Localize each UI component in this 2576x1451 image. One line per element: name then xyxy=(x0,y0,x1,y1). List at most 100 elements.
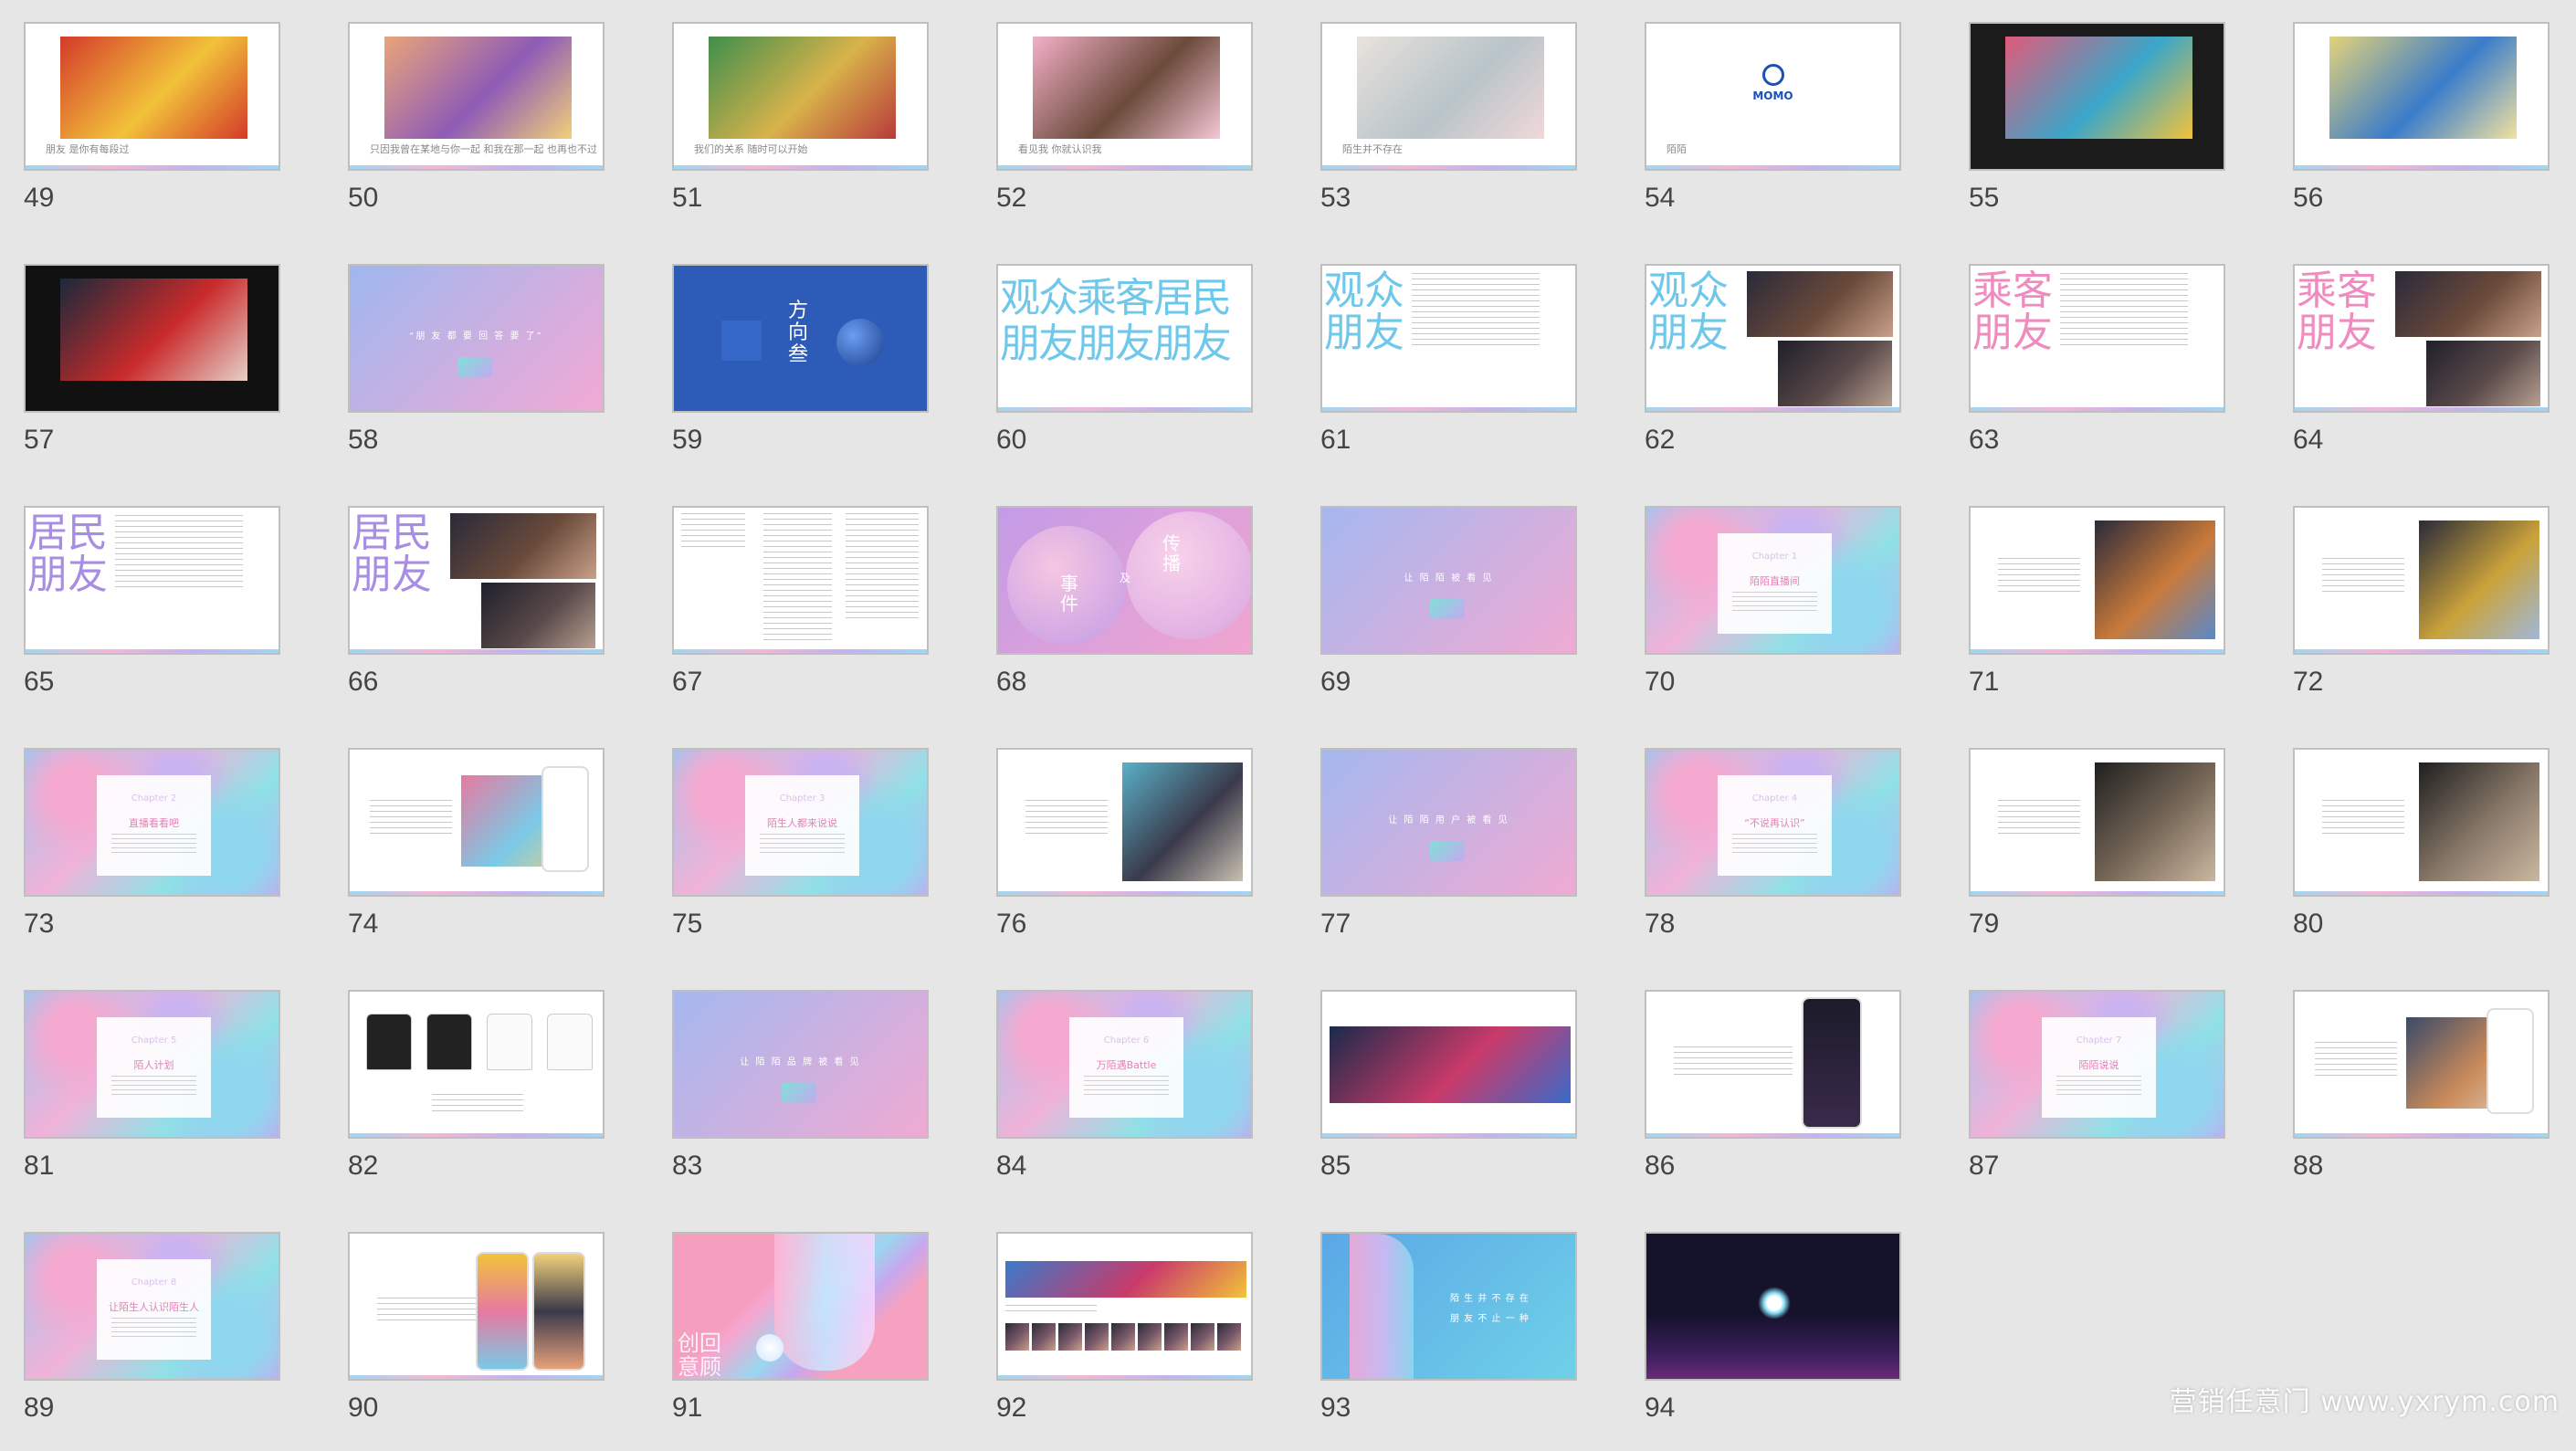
slide-94[interactable]: 94 xyxy=(1645,1232,1937,1451)
slide-thumbnail[interactable]: Chapter 1 陌陌直播间 xyxy=(1645,506,1901,655)
slide-thumbnail[interactable] xyxy=(348,1232,605,1381)
chapter-text xyxy=(111,1076,196,1098)
slide-thumbnail[interactable]: 让 陌 陌 被 看 见 xyxy=(1320,506,1577,655)
slide-thumbnail[interactable] xyxy=(1969,748,2225,897)
slide-thumbnail[interactable]: 只因我曾在某地与你一起 和我在那一起 也再也不过 xyxy=(348,22,605,171)
slide-thumbnail[interactable]: 居民 朋友 xyxy=(348,506,605,655)
slide-thumbnail[interactable]: MOMO 陌陌 xyxy=(1645,22,1901,171)
slide-86[interactable]: 86 xyxy=(1645,990,1937,1209)
slide-thumbnail[interactable] xyxy=(1645,990,1901,1139)
slide-77[interactable]: 让 陌 陌 用 户 被 看 见 77 xyxy=(1320,748,1613,967)
review-thumb xyxy=(1005,1323,1029,1351)
slide-85[interactable]: 85 xyxy=(1320,990,1613,1209)
slide-61[interactable]: 观众 朋友 61 xyxy=(1320,264,1613,483)
slide-50[interactable]: 只因我曾在某地与你一起 和我在那一起 也再也不过 50 xyxy=(348,22,640,241)
slide-thumbnail[interactable]: 我们的关系 随时可以开始 xyxy=(672,22,929,171)
slide-89[interactable]: Chapter 8 让陌生人认识陌生人 89 xyxy=(24,1232,316,1451)
slide-81[interactable]: Chapter 5 陌人计划 81 xyxy=(24,990,316,1209)
slide-79[interactable]: 79 xyxy=(1969,748,2261,967)
slide-80[interactable]: 80 xyxy=(2293,748,2576,967)
slide-thumbnail[interactable]: 观众 朋友 xyxy=(1320,264,1577,413)
slide-thumbnail[interactable] xyxy=(1969,506,2225,655)
slide-thumbnail[interactable]: 乘客 朋友 xyxy=(2293,264,2550,413)
slide-thumbnail[interactable]: Chapter 5 陌人计划 xyxy=(24,990,280,1139)
slide-thumbnail[interactable]: 创回 意顾 xyxy=(672,1232,929,1381)
slide-thumbnail[interactable]: 让 陌 陌 用 户 被 看 见 xyxy=(1320,748,1577,897)
slide-54[interactable]: MOMO 陌陌 54 xyxy=(1645,22,1937,241)
slide-thumbnail[interactable] xyxy=(2293,22,2550,171)
slide-55[interactable]: 55 xyxy=(1969,22,2261,241)
slide-thumbnail[interactable]: Chapter 8 让陌生人认识陌生人 xyxy=(24,1232,280,1381)
slide-thumbnail[interactable] xyxy=(2293,506,2550,655)
slide-thumbnail[interactable]: Chapter 6 万陌遇Battle xyxy=(996,990,1253,1139)
slide-thumbnail[interactable] xyxy=(1320,990,1577,1139)
slide-thumbnail[interactable] xyxy=(2293,990,2550,1139)
slide-62[interactable]: 观众 朋友 62 xyxy=(1645,264,1937,483)
slide-92[interactable]: 92 xyxy=(996,1232,1288,1451)
droplet xyxy=(756,1334,783,1362)
slide-thumbnail[interactable] xyxy=(2293,748,2550,897)
slide-thumbnail[interactable]: 陌生并不存在 xyxy=(1320,22,1577,171)
slide-58[interactable]: “朋 友 都 要 回 答 要 了” 58 xyxy=(348,264,640,483)
slide-thumbnail[interactable]: “朋 友 都 要 回 答 要 了” xyxy=(348,264,605,413)
slide-67[interactable]: 67 xyxy=(672,506,964,725)
ribbon-object xyxy=(782,1083,816,1103)
slide-number: 90 xyxy=(348,1393,379,1423)
slide-93[interactable]: 陌 生 并 不 存 在朋 友 不 止 一 种 93 xyxy=(1320,1232,1613,1451)
slide-57[interactable]: 57 xyxy=(24,264,316,483)
slide-thumbnail[interactable] xyxy=(1969,22,2225,171)
slide-thumbnail[interactable]: Chapter 3 陌生人都来说说 xyxy=(672,748,929,897)
slide-thumbnail[interactable]: 观众乘客居民 朋友朋友朋友 xyxy=(996,264,1253,413)
slide-72[interactable]: 72 xyxy=(2293,506,2576,725)
slide-87[interactable]: Chapter 7 陌陌说说 87 xyxy=(1969,990,2261,1209)
slide-56[interactable]: 56 xyxy=(2293,22,2576,241)
slide-thumbnail[interactable]: 陌 生 并 不 存 在朋 友 不 止 一 种 xyxy=(1320,1232,1577,1381)
slide-88[interactable]: 88 xyxy=(2293,990,2576,1209)
slide-53[interactable]: 陌生并不存在 53 xyxy=(1320,22,1613,241)
slide-thumbnail[interactable]: Chapter 7 陌陌说说 xyxy=(1969,990,2225,1139)
slide-thumbnail[interactable]: 事件 及 传播 xyxy=(996,506,1253,655)
slide-64[interactable]: 乘客 朋友 64 xyxy=(2293,264,2576,483)
slide-76[interactable]: 76 xyxy=(996,748,1288,967)
slide-83[interactable]: 让 陌 陌 品 牌 被 看 见 83 xyxy=(672,990,964,1209)
slide-78[interactable]: Chapter 4 “不说再认识” 78 xyxy=(1645,748,1937,967)
slide-thumbnail[interactable]: Chapter 4 “不说再认识” xyxy=(1645,748,1901,897)
slide-71[interactable]: 71 xyxy=(1969,506,2261,725)
slide-thumbnail[interactable] xyxy=(348,990,605,1139)
slide-thumbnail[interactable]: 看见我 你就认识我 xyxy=(996,22,1253,171)
slide-thumbnail[interactable]: 乘客 朋友 xyxy=(1969,264,2225,413)
slide-thumbnail[interactable] xyxy=(996,748,1253,897)
slide-65[interactable]: 居民 朋友 65 xyxy=(24,506,316,725)
slide-63[interactable]: 乘客 朋友 63 xyxy=(1969,264,2261,483)
slide-51[interactable]: 我们的关系 随时可以开始 51 xyxy=(672,22,964,241)
slide-59[interactable]: 方向叁 59 xyxy=(672,264,964,483)
slide-91[interactable]: 创回 意顾 91 xyxy=(672,1232,964,1451)
slide-thumbnail[interactable]: 观众 朋友 xyxy=(1645,264,1901,413)
slide-thumbnail[interactable] xyxy=(996,1232,1253,1381)
slide-68[interactable]: 事件 及 传播 68 xyxy=(996,506,1288,725)
slide-90[interactable]: 90 xyxy=(348,1232,640,1451)
slide-thumbnail[interactable]: 方向叁 xyxy=(672,264,929,413)
slide-73[interactable]: Chapter 2 直播看看吧 73 xyxy=(24,748,316,967)
slide-thumbnail[interactable] xyxy=(24,264,280,413)
slide-number: 79 xyxy=(1969,909,2000,939)
slide-74[interactable]: 74 xyxy=(348,748,640,967)
slide-thumbnail[interactable]: 让 陌 陌 品 牌 被 看 见 xyxy=(672,990,929,1139)
slide-number: 58 xyxy=(348,425,379,455)
slide-49[interactable]: 朋友 是你有每段过 49 xyxy=(24,22,316,241)
slide-thumbnail[interactable]: 朋友 是你有每段过 xyxy=(24,22,280,171)
slide-thumbnail[interactable]: 居民 朋友 xyxy=(24,506,280,655)
slide-thumbnail[interactable]: Chapter 2 直播看看吧 xyxy=(24,748,280,897)
slide-thumbnail[interactable] xyxy=(1645,1232,1901,1381)
slide-70[interactable]: Chapter 1 陌陌直播间 70 xyxy=(1645,506,1937,725)
slide-52[interactable]: 看见我 你就认识我 52 xyxy=(996,22,1288,241)
slide-thumbnail[interactable] xyxy=(348,748,605,897)
slide-thumbnail[interactable] xyxy=(672,506,929,655)
slide-82[interactable]: 82 xyxy=(348,990,640,1209)
slide-number: 61 xyxy=(1320,425,1351,455)
slide-69[interactable]: 让 陌 陌 被 看 见 69 xyxy=(1320,506,1613,725)
slide-66[interactable]: 居民 朋友 66 xyxy=(348,506,640,725)
slide-60[interactable]: 观众乘客居民 朋友朋友朋友 60 xyxy=(996,264,1288,483)
slide-75[interactable]: Chapter 3 陌生人都来说说 75 xyxy=(672,748,964,967)
slide-84[interactable]: Chapter 6 万陌遇Battle 84 xyxy=(996,990,1288,1209)
